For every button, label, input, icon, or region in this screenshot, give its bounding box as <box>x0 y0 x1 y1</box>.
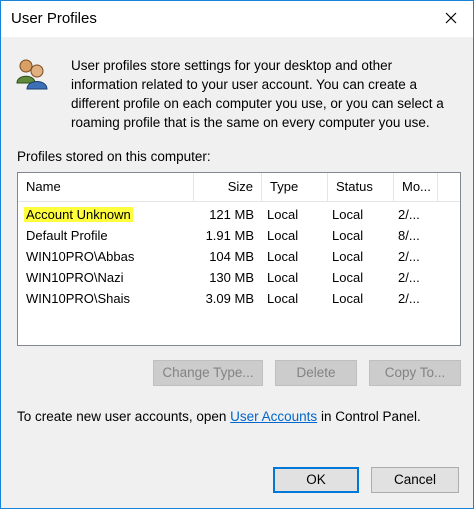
intro-text: User profiles store settings for your de… <box>71 58 444 130</box>
column-header-size[interactable]: Size <box>194 173 262 201</box>
cancel-button[interactable]: Cancel <box>371 467 459 493</box>
ok-button[interactable]: OK <box>273 467 359 493</box>
profile-type: Local <box>267 270 299 285</box>
profile-type: Local <box>267 291 299 306</box>
user-profiles-dialog: User Profiles User profiles store settin… <box>0 0 474 509</box>
table-row[interactable]: WIN10PRO\Nazi 130 MB Local Local 2/... <box>18 267 460 288</box>
title-bar: User Profiles <box>1 1 473 37</box>
profile-size: 104 MB <box>209 249 254 264</box>
profile-type: Local <box>267 228 299 243</box>
table-row[interactable]: WIN10PRO\Abbas 104 MB Local Local 2/... <box>18 246 460 267</box>
close-button[interactable] <box>431 1 471 35</box>
profile-size: 3.09 MB <box>205 291 254 306</box>
profile-size: 121 MB <box>209 207 254 222</box>
profile-size: 1.91 MB <box>205 228 254 243</box>
profile-modified: 2/... <box>398 207 420 222</box>
users-icon <box>16 59 48 90</box>
profile-modified: 8/... <box>398 228 420 243</box>
profile-size: 130 MB <box>209 270 254 285</box>
profile-status: Local <box>332 249 364 264</box>
close-icon <box>445 12 457 24</box>
column-header-name[interactable]: Name <box>18 173 194 201</box>
profile-status: Local <box>332 207 364 222</box>
footer-prefix: To create new user accounts, open <box>17 409 231 424</box>
profile-modified: 2/... <box>398 270 420 285</box>
user-accounts-link[interactable]: User Accounts <box>230 409 317 424</box>
profile-status: Local <box>332 270 364 285</box>
profile-modified: 2/... <box>398 291 420 306</box>
change-type-button[interactable]: Change Type... <box>153 360 263 386</box>
profile-status: Local <box>332 291 364 306</box>
column-header-status[interactable]: Status <box>328 173 394 201</box>
column-header-type[interactable]: Type <box>262 173 328 201</box>
copy-to-button[interactable]: Copy To... <box>369 360 461 386</box>
profile-status: Local <box>332 228 364 243</box>
footer-text: To create new user accounts, open User A… <box>17 409 421 424</box>
profile-name-highlighted: Account Unknown <box>24 207 133 222</box>
table-row[interactable]: Account Unknown 121 MB Local Local 2/... <box>18 204 460 225</box>
profiles-list[interactable]: Name Size Type Status Mo... Account Unkn… <box>17 172 461 346</box>
profile-name: WIN10PRO\Shais <box>26 291 131 306</box>
table-row[interactable]: WIN10PRO\Shais 3.09 MB Local Local 2/... <box>18 288 460 309</box>
profiles-label: Profiles stored on this computer: <box>17 149 211 164</box>
profile-name: WIN10PRO\Abbas <box>26 249 135 264</box>
footer-suffix: in Control Panel. <box>317 409 421 424</box>
table-row[interactable]: Default Profile 1.91 MB Local Local 8/..… <box>18 225 460 246</box>
profile-type: Local <box>267 207 299 222</box>
list-header: Name Size Type Status Mo... <box>18 173 460 202</box>
column-header-modified[interactable]: Mo... <box>394 173 438 201</box>
profile-name: Default Profile <box>26 228 108 243</box>
profile-modified: 2/... <box>398 249 420 264</box>
delete-button[interactable]: Delete <box>275 360 357 386</box>
window-title: User Profiles <box>11 10 97 27</box>
profile-name: WIN10PRO\Nazi <box>26 270 124 285</box>
profile-type: Local <box>267 249 299 264</box>
